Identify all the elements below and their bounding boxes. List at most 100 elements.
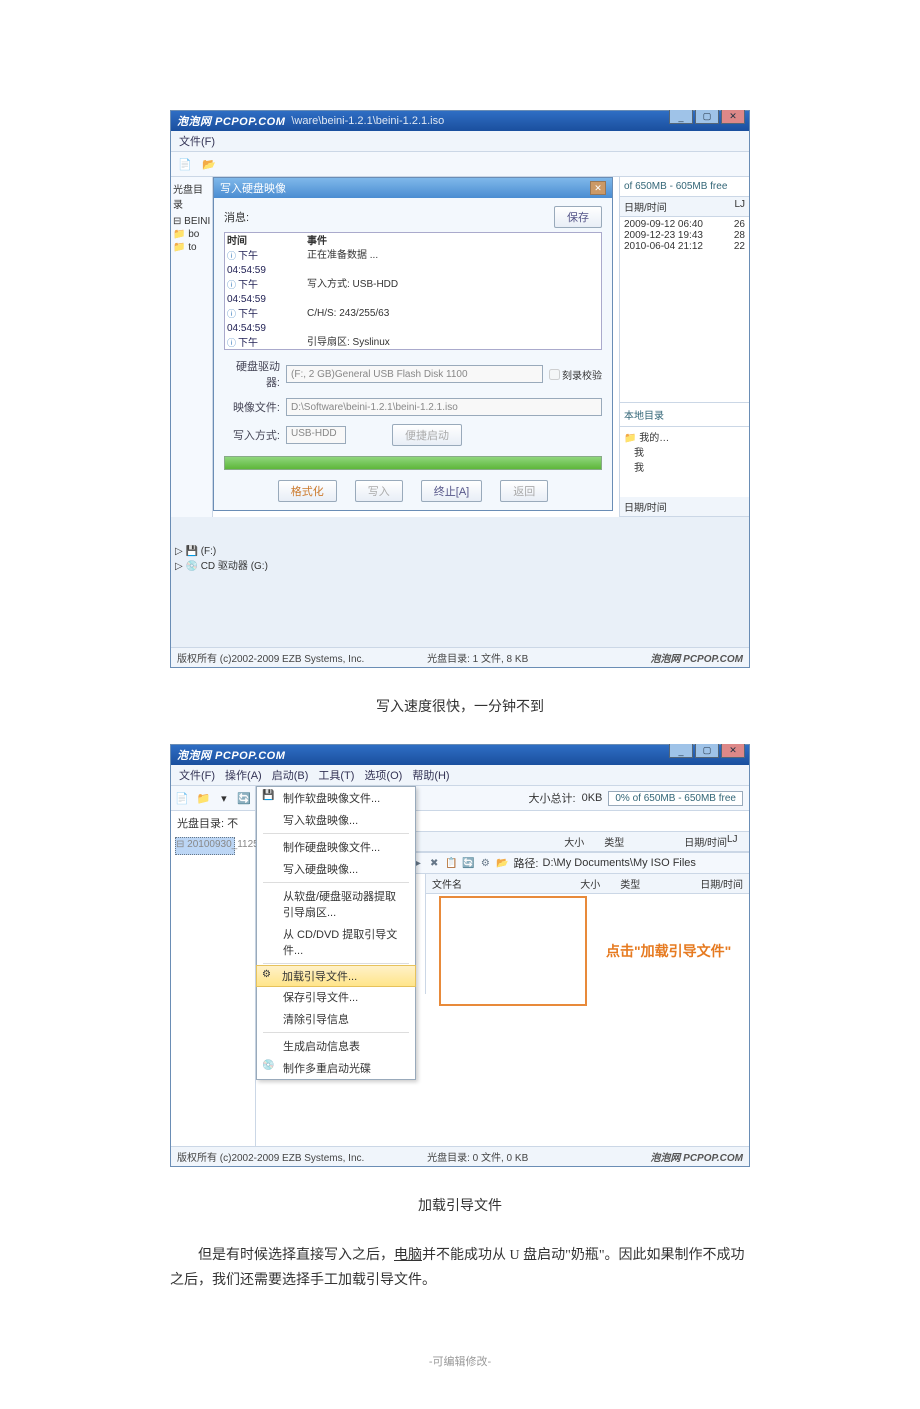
close-button[interactable]: ✕: [721, 110, 745, 124]
menu-make-multiboot[interactable]: 💿制作多重启动光碟: [257, 1057, 415, 1079]
copy-icon[interactable]: 📋: [444, 858, 458, 869]
save-log-button[interactable]: 保存: [554, 206, 602, 228]
menu-action[interactable]: 操作(A): [225, 767, 262, 783]
tree-beini[interactable]: ⊟ BEINI: [171, 215, 212, 228]
verify-checkbox[interactable]: 刻录校验: [549, 367, 602, 382]
back-button[interactable]: 返回: [500, 480, 548, 502]
title-path: \ware\beini-1.2.1\beini-1.2.1.iso: [291, 115, 444, 127]
image-label: 映像文件:: [224, 399, 280, 415]
open-icon[interactable]: 📂: [201, 156, 217, 172]
delete-icon[interactable]: ✖: [427, 858, 441, 869]
dialog-title: 写入硬盘映像: [220, 180, 286, 196]
log-row: 下午 04:54:59正在准备数据 ...: [227, 249, 599, 278]
status-bar: 版权所有 (c)2002-2009 EZB Systems, Inc. 光盘目录…: [171, 647, 749, 667]
minimize-button[interactable]: _: [669, 110, 693, 124]
menu-tools[interactable]: 工具(T): [318, 767, 354, 783]
format-button[interactable]: 格式化: [278, 480, 337, 502]
write-button[interactable]: 写入: [355, 480, 403, 502]
tree-item[interactable]: 📁 我的…: [624, 429, 745, 444]
col-size: 大小: [564, 834, 604, 849]
gear-icon[interactable]: ⚙: [478, 858, 492, 869]
dropdown-icon[interactable]: ▾: [218, 790, 229, 806]
dialog-close-button[interactable]: ✕: [590, 181, 606, 195]
refresh-icon[interactable]: 🔄: [461, 858, 475, 869]
drive-f[interactable]: ▷ 💾 (F:): [175, 546, 268, 557]
mode-label: 写入方式:: [224, 427, 280, 443]
menu-save-boot-file[interactable]: 保存引导文件...: [257, 986, 415, 1008]
log-hdr-time: 时间: [227, 235, 299, 249]
hdr-date-2: 日期/时间: [624, 499, 745, 514]
maximize-button[interactable]: ▢: [695, 110, 719, 124]
menu-gen-boot-table[interactable]: 生成启动信息表: [257, 1035, 415, 1057]
date-row: 2010-06-04 21:1222: [624, 241, 745, 252]
boot-context-menu: 💾制作软盘映像文件... 写入软盘映像... 制作硬盘映像文件... 写入硬盘映…: [256, 786, 416, 1080]
local-drives: ▷ 💾 (F:) ▷ 💿 CD 驱动器 (G:): [175, 546, 268, 572]
hdr-lj: LJ: [734, 199, 745, 214]
col-type: 类型: [604, 834, 684, 849]
loc-path-label: 路径:: [513, 855, 538, 871]
annotation-label: 点击"加载引导文件": [606, 941, 731, 961]
minimize-button[interactable]: _: [669, 744, 693, 758]
menu-make-floppy-image[interactable]: 💾制作软盘映像文件...: [257, 787, 415, 809]
new-icon[interactable]: 📄: [177, 156, 193, 172]
screenshot-write-image: _ ▢ ✕ 泡泡网 PCPOP.COM \ware\beini-1.2.1\be…: [170, 110, 750, 668]
col-date: 日期/时间: [700, 876, 743, 891]
menu-load-boot-file[interactable]: ⚙加载引导文件...: [256, 965, 416, 987]
window-buttons: _ ▢ ✕: [669, 744, 745, 758]
watermark-text: 泡泡网 PCPOP.COM: [566, 1149, 743, 1164]
disc-dir-label: 光盘目录: [171, 177, 212, 215]
total-value: 0KB: [582, 792, 603, 804]
annotation-box: [439, 896, 587, 1006]
link-computer[interactable]: 电脑: [394, 1248, 422, 1263]
menu-clear-boot-info[interactable]: 清除引导信息: [257, 1008, 415, 1030]
convenient-boot-button[interactable]: 便捷启动: [392, 424, 462, 446]
menu-write-hdd-image[interactable]: 写入硬盘映像...: [257, 858, 415, 880]
total-label: 大小总计:: [529, 790, 576, 806]
drive-select[interactable]: (F:, 2 GB)General USB Flash Disk 1100: [286, 365, 543, 383]
log-row: 下午 04:54:59C/H/S: 243/255/63: [227, 307, 599, 336]
tree-to[interactable]: to: [171, 241, 212, 254]
tree-bo[interactable]: bo: [171, 228, 212, 241]
disc-dir-label: 光盘目录:: [177, 818, 224, 830]
caption-1: 写入速度很快，一分钟不到: [170, 696, 750, 716]
menu-extract-boot-sector[interactable]: 从软盘/硬盘驱动器提取引导扇区...: [257, 885, 415, 923]
capacity-text: 0% of 650MB - 650MB free: [608, 791, 743, 806]
menu-help[interactable]: 帮助(H): [412, 767, 449, 783]
copyright-text: 版权所有 (c)2002-2009 EZB Systems, Inc.: [177, 650, 389, 665]
new-icon[interactable]: 📄: [175, 790, 189, 806]
menu-file[interactable]: 文件(F): [179, 133, 215, 149]
window-titlebar: 泡泡网 PCPOP.COM: [171, 745, 749, 765]
window-titlebar: 泡泡网 PCPOP.COM \ware\beini-1.2.1\beini-1.…: [171, 111, 749, 131]
menu-boot[interactable]: 启动(B): [272, 767, 309, 783]
menu-extract-boot-cd[interactable]: 从 CD/DVD 提取引导文件...: [257, 923, 415, 961]
mode-select[interactable]: USB-HDD: [286, 426, 346, 444]
menu-write-floppy-image[interactable]: 写入软盘映像...: [257, 809, 415, 831]
tree-item[interactable]: 我: [624, 459, 745, 474]
col-size: 大小: [580, 876, 620, 891]
open-icon[interactable]: 📁: [197, 790, 211, 806]
date-row: 2009-12-23 19:4328: [624, 230, 745, 241]
log-area: 时间 事件 下午 04:54:59正在准备数据 ... 下午 04:54:59写…: [224, 232, 602, 350]
refresh-icon[interactable]: 🔄: [237, 790, 251, 806]
menu-options[interactable]: 选项(O): [364, 767, 402, 783]
maximize-button[interactable]: ▢: [695, 744, 719, 758]
image-path-field[interactable]: D:\Software\beini-1.2.1\beini-1.2.1.iso: [286, 398, 602, 416]
drive-g[interactable]: ▷ 💿 CD 驱动器 (G:): [175, 557, 268, 572]
log-hdr-event: 事件: [307, 235, 327, 249]
close-button[interactable]: ✕: [721, 744, 745, 758]
local-dir-label: 本地目录: [620, 403, 749, 426]
dialog-titlebar: 写入硬盘映像 ✕: [214, 178, 612, 198]
tree-selected[interactable]: ⊟ 20100930_1125: [175, 837, 235, 855]
log-row: 下午 04:54:59写入方式: USB-HDD: [227, 278, 599, 307]
toolbar: 📄 📂: [171, 152, 749, 177]
date-row: 2009-09-12 06:4026: [624, 219, 745, 230]
screenshot-load-boot-file: _ ▢ ✕ 泡泡网 PCPOP.COM 文件(F) 操作(A) 启动(B) 工具…: [170, 744, 750, 1167]
menu-make-hdd-image[interactable]: 制作硬盘映像文件...: [257, 836, 415, 858]
capacity-text: of 650MB - 605MB free: [620, 177, 749, 196]
tree-item[interactable]: 我: [624, 444, 745, 459]
right-panel: of 650MB - 605MB free 日期/时间 LJ 2009-09-12…: [619, 177, 749, 517]
stop-button[interactable]: 终止[A]: [421, 480, 482, 502]
menu-bar: 文件(F): [171, 131, 749, 152]
menu-file[interactable]: 文件(F): [179, 767, 215, 783]
open-icon[interactable]: 📂: [495, 858, 509, 869]
